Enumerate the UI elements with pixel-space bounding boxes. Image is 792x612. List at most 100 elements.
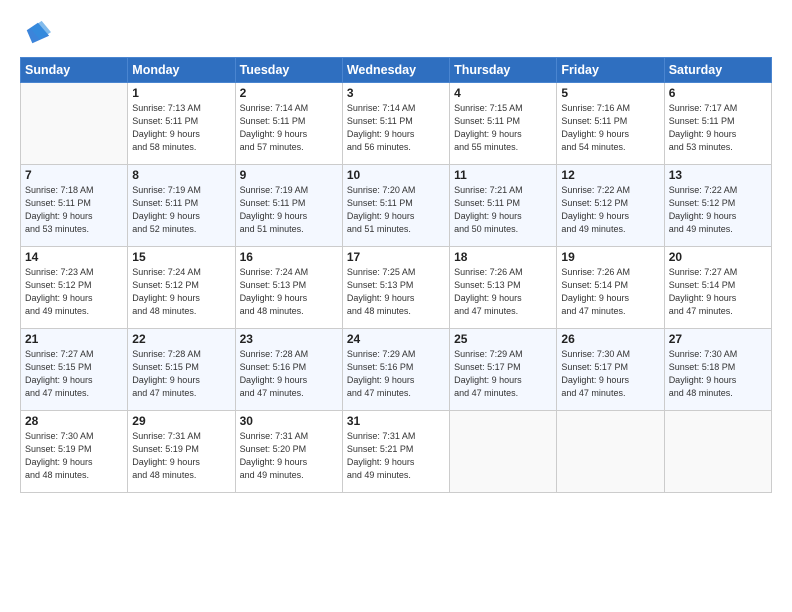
day-info: Sunrise: 7:14 AM Sunset: 5:11 PM Dayligh… xyxy=(240,102,338,154)
day-number: 23 xyxy=(240,332,338,346)
day-number: 24 xyxy=(347,332,445,346)
day-info: Sunrise: 7:18 AM Sunset: 5:11 PM Dayligh… xyxy=(25,184,123,236)
calendar-cell xyxy=(664,411,771,493)
calendar-week-row: 21 Sunrise: 7:27 AM Sunset: 5:15 PM Dayli… xyxy=(21,329,772,411)
day-info: Sunrise: 7:28 AM Sunset: 5:15 PM Dayligh… xyxy=(132,348,230,400)
day-info: Sunrise: 7:20 AM Sunset: 5:11 PM Dayligh… xyxy=(347,184,445,236)
calendar-cell: 28 Sunrise: 7:30 AM Sunset: 5:19 PM Dayli… xyxy=(21,411,128,493)
day-number: 18 xyxy=(454,250,552,264)
day-number: 20 xyxy=(669,250,767,264)
calendar-cell xyxy=(450,411,557,493)
day-info: Sunrise: 7:17 AM Sunset: 5:11 PM Dayligh… xyxy=(669,102,767,154)
day-of-week-header: Thursday xyxy=(450,58,557,83)
day-of-week-header: Saturday xyxy=(664,58,771,83)
day-number: 31 xyxy=(347,414,445,428)
day-number: 10 xyxy=(347,168,445,182)
day-number: 26 xyxy=(561,332,659,346)
day-info: Sunrise: 7:16 AM Sunset: 5:11 PM Dayligh… xyxy=(561,102,659,154)
calendar-cell: 23 Sunrise: 7:28 AM Sunset: 5:16 PM Dayli… xyxy=(235,329,342,411)
day-number: 15 xyxy=(132,250,230,264)
calendar-week-row: 28 Sunrise: 7:30 AM Sunset: 5:19 PM Dayli… xyxy=(21,411,772,493)
day-of-week-header: Tuesday xyxy=(235,58,342,83)
day-number: 22 xyxy=(132,332,230,346)
day-info: Sunrise: 7:19 AM Sunset: 5:11 PM Dayligh… xyxy=(132,184,230,236)
day-info: Sunrise: 7:19 AM Sunset: 5:11 PM Dayligh… xyxy=(240,184,338,236)
day-number: 16 xyxy=(240,250,338,264)
day-info: Sunrise: 7:29 AM Sunset: 5:16 PM Dayligh… xyxy=(347,348,445,400)
day-info: Sunrise: 7:30 AM Sunset: 5:19 PM Dayligh… xyxy=(25,430,123,482)
calendar-cell: 29Sunrise: 7:31 AM Sunset: 5:19 PM Dayli… xyxy=(128,411,235,493)
logo-icon xyxy=(23,19,51,47)
day-info: Sunrise: 7:26 AM Sunset: 5:13 PM Dayligh… xyxy=(454,266,552,318)
day-number: 4 xyxy=(454,86,552,100)
day-info: Sunrise: 7:27 AM Sunset: 5:14 PM Dayligh… xyxy=(669,266,767,318)
calendar-cell: 4 Sunrise: 7:15 AM Sunset: 5:11 PM Daylig… xyxy=(450,83,557,165)
day-info: Sunrise: 7:23 AM Sunset: 5:12 PM Dayligh… xyxy=(25,266,123,318)
day-number: 8 xyxy=(132,168,230,182)
calendar-cell: 15 Sunrise: 7:24 AM Sunset: 5:12 PM Dayli… xyxy=(128,247,235,329)
day-number: 29 xyxy=(132,414,230,428)
calendar-cell: 2 Sunrise: 7:14 AM Sunset: 5:11 PM Daylig… xyxy=(235,83,342,165)
calendar-cell: 30 Sunrise: 7:31 AM Sunset: 5:20 PM Dayli… xyxy=(235,411,342,493)
calendar-cell: 14 Sunrise: 7:23 AM Sunset: 5:12 PM Dayli… xyxy=(21,247,128,329)
day-number: 21 xyxy=(25,332,123,346)
calendar-table: SundayMondayTuesdayWednesdayThursdayFrid… xyxy=(20,57,772,493)
calendar-cell: 11Sunrise: 7:21 AM Sunset: 5:11 PM Dayli… xyxy=(450,165,557,247)
day-of-week-header: Sunday xyxy=(21,58,128,83)
calendar-cell: 3Sunrise: 7:14 AM Sunset: 5:11 PM Daylig… xyxy=(342,83,449,165)
calendar-week-row: 7 Sunrise: 7:18 AM Sunset: 5:11 PM Daylig… xyxy=(21,165,772,247)
calendar-cell: 19 Sunrise: 7:26 AM Sunset: 5:14 PM Dayli… xyxy=(557,247,664,329)
day-number: 28 xyxy=(25,414,123,428)
day-number: 1 xyxy=(132,86,230,100)
day-info: Sunrise: 7:15 AM Sunset: 5:11 PM Dayligh… xyxy=(454,102,552,154)
calendar-cell: 18 Sunrise: 7:26 AM Sunset: 5:13 PM Dayli… xyxy=(450,247,557,329)
day-info: Sunrise: 7:26 AM Sunset: 5:14 PM Dayligh… xyxy=(561,266,659,318)
day-info: Sunrise: 7:24 AM Sunset: 5:12 PM Dayligh… xyxy=(132,266,230,318)
calendar-cell xyxy=(557,411,664,493)
calendar-cell: 24 Sunrise: 7:29 AM Sunset: 5:16 PM Dayli… xyxy=(342,329,449,411)
day-of-week-header: Wednesday xyxy=(342,58,449,83)
calendar-cell: 17 Sunrise: 7:25 AM Sunset: 5:13 PM Dayli… xyxy=(342,247,449,329)
calendar-cell xyxy=(21,83,128,165)
calendar-cell: 1 Sunrise: 7:13 AM Sunset: 5:11 PM Daylig… xyxy=(128,83,235,165)
calendar-cell: 31 Sunrise: 7:31 AM Sunset: 5:21 PM Dayli… xyxy=(342,411,449,493)
calendar-cell: 22 Sunrise: 7:28 AM Sunset: 5:15 PM Dayli… xyxy=(128,329,235,411)
calendar-week-row: 14 Sunrise: 7:23 AM Sunset: 5:12 PM Dayli… xyxy=(21,247,772,329)
day-number: 9 xyxy=(240,168,338,182)
day-number: 17 xyxy=(347,250,445,264)
day-info: Sunrise: 7:28 AM Sunset: 5:16 PM Dayligh… xyxy=(240,348,338,400)
calendar-cell: 10 Sunrise: 7:20 AM Sunset: 5:11 PM Dayli… xyxy=(342,165,449,247)
day-info: Sunrise: 7:29 AM Sunset: 5:17 PM Dayligh… xyxy=(454,348,552,400)
day-number: 5 xyxy=(561,86,659,100)
day-info: Sunrise: 7:22 AM Sunset: 5:12 PM Dayligh… xyxy=(669,184,767,236)
calendar-cell: 6Sunrise: 7:17 AM Sunset: 5:11 PM Daylig… xyxy=(664,83,771,165)
day-info: Sunrise: 7:25 AM Sunset: 5:13 PM Dayligh… xyxy=(347,266,445,318)
calendar-cell: 9 Sunrise: 7:19 AM Sunset: 5:11 PM Daylig… xyxy=(235,165,342,247)
day-number: 7 xyxy=(25,168,123,182)
day-info: Sunrise: 7:22 AM Sunset: 5:12 PM Dayligh… xyxy=(561,184,659,236)
day-info: Sunrise: 7:31 AM Sunset: 5:21 PM Dayligh… xyxy=(347,430,445,482)
day-number: 30 xyxy=(240,414,338,428)
day-info: Sunrise: 7:24 AM Sunset: 5:13 PM Dayligh… xyxy=(240,266,338,318)
day-of-week-header: Monday xyxy=(128,58,235,83)
day-number: 13 xyxy=(669,168,767,182)
logo xyxy=(20,19,51,47)
day-number: 11 xyxy=(454,168,552,182)
day-number: 12 xyxy=(561,168,659,182)
day-info: Sunrise: 7:27 AM Sunset: 5:15 PM Dayligh… xyxy=(25,348,123,400)
day-info: Sunrise: 7:13 AM Sunset: 5:11 PM Dayligh… xyxy=(132,102,230,154)
day-number: 2 xyxy=(240,86,338,100)
day-info: Sunrise: 7:31 AM Sunset: 5:20 PM Dayligh… xyxy=(240,430,338,482)
calendar-header-row: SundayMondayTuesdayWednesdayThursdayFrid… xyxy=(21,58,772,83)
calendar-cell: 25Sunrise: 7:29 AM Sunset: 5:17 PM Dayli… xyxy=(450,329,557,411)
calendar-cell: 12 Sunrise: 7:22 AM Sunset: 5:12 PM Dayli… xyxy=(557,165,664,247)
day-number: 14 xyxy=(25,250,123,264)
calendar-cell: 13 Sunrise: 7:22 AM Sunset: 5:12 PM Dayli… xyxy=(664,165,771,247)
calendar-cell: 26Sunrise: 7:30 AM Sunset: 5:17 PM Dayli… xyxy=(557,329,664,411)
day-number: 3 xyxy=(347,86,445,100)
calendar-cell: 8 Sunrise: 7:19 AM Sunset: 5:11 PM Daylig… xyxy=(128,165,235,247)
calendar-cell: 16 Sunrise: 7:24 AM Sunset: 5:13 PM Dayli… xyxy=(235,247,342,329)
day-number: 27 xyxy=(669,332,767,346)
calendar-cell: 7 Sunrise: 7:18 AM Sunset: 5:11 PM Daylig… xyxy=(21,165,128,247)
day-number: 19 xyxy=(561,250,659,264)
